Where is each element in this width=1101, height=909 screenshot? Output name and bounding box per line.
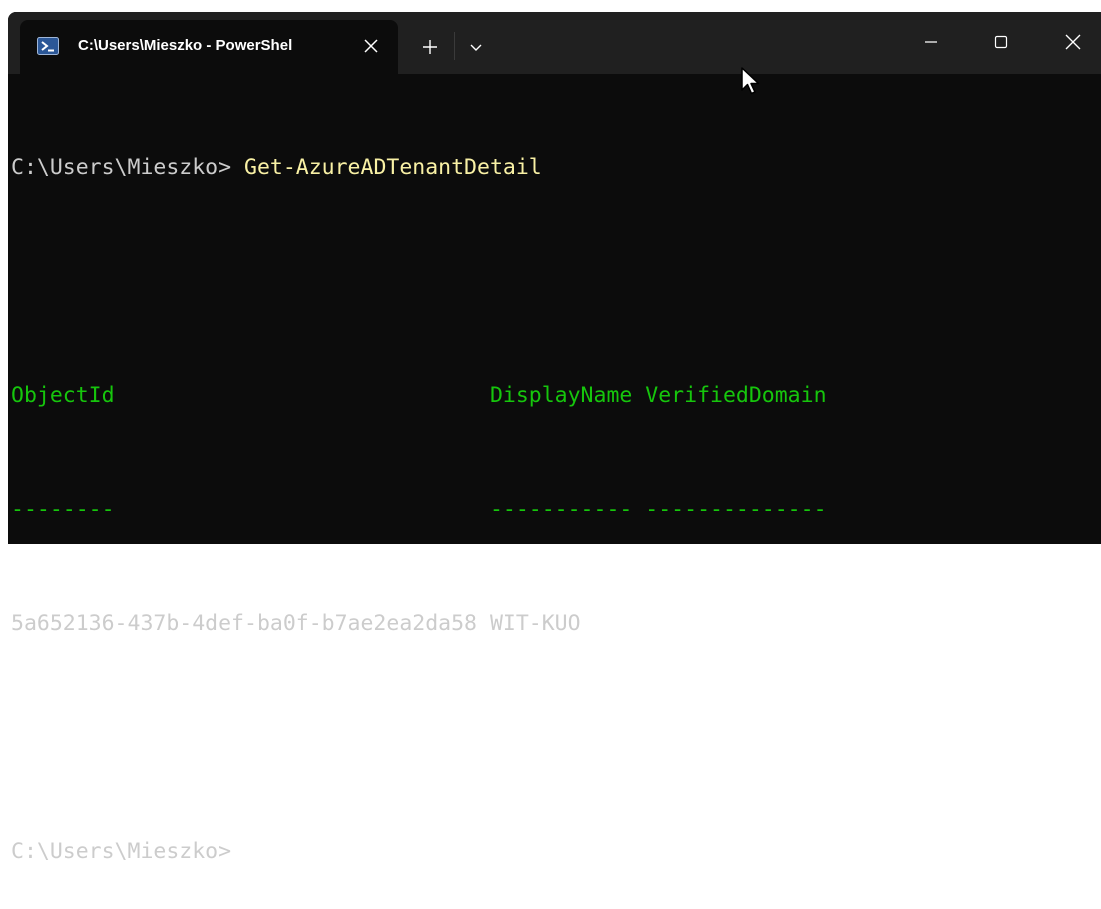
table-row: 5a652136-437b-4def-ba0f-b7ae2ea2da58 WIT…	[11, 605, 1081, 643]
tab-powershell[interactable]: C:\Users\Mieszko - PowerShel	[20, 20, 398, 74]
header-displayname: DisplayName	[489, 383, 633, 408]
new-tab-plus-icon[interactable]	[416, 33, 444, 61]
close-tab-icon[interactable]	[358, 33, 384, 59]
prompt: C:\Users\Mieszko>	[11, 839, 232, 864]
command-text: Get-AzureADTenantDetail	[231, 155, 542, 180]
maximize-icon[interactable]	[978, 22, 1024, 62]
mouse-pointer-icon	[740, 66, 762, 96]
minimize-icon[interactable]	[908, 22, 954, 62]
cell-objectid: 5a652136-437b-4def-ba0f-b7ae2ea2da58	[11, 611, 477, 636]
terminal-output[interactable]: C:\Users\Mieszko> Get-AzureADTenantDetai…	[11, 73, 1081, 864]
header-objectid: ObjectId	[11, 383, 115, 408]
table-header: ObjectId DisplayName VerifiedDomain	[11, 377, 1081, 415]
header-verifieddomain: VerifiedDomain	[645, 383, 827, 408]
prompt-line: C:\Users\Mieszko>	[11, 833, 1081, 871]
close-window-icon[interactable]	[1050, 22, 1096, 62]
chevron-down-icon[interactable]	[464, 36, 488, 60]
title-bar[interactable]: C:\Users\Mieszko - PowerShel	[8, 12, 1101, 74]
table-header-underline: -------- ----------- --------------	[11, 497, 827, 522]
cell-displayname: WIT-KUO	[489, 611, 581, 636]
tab-separator	[454, 32, 455, 60]
prompt: C:\Users\Mieszko>	[11, 155, 232, 180]
tab-title: C:\Users\Mieszko - PowerShel	[78, 37, 293, 54]
command-line: C:\Users\Mieszko> Get-AzureADTenantDetai…	[11, 149, 1081, 187]
powershell-icon	[37, 37, 59, 55]
